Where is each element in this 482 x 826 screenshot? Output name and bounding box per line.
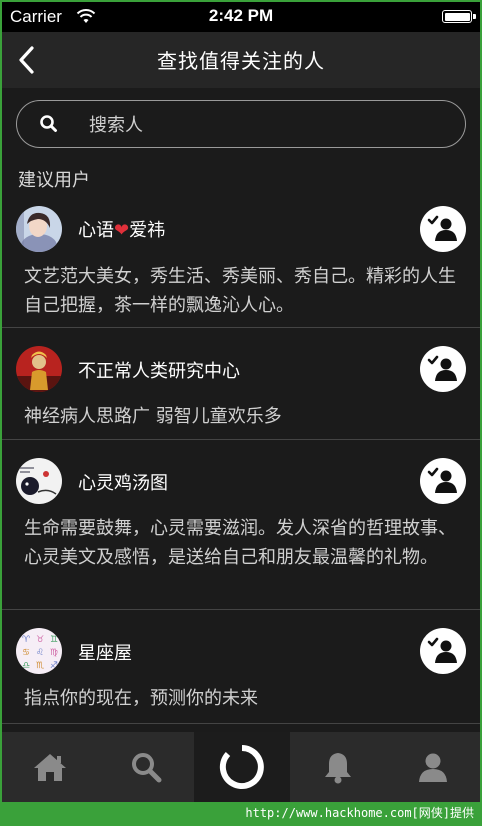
battery-tip bbox=[473, 14, 476, 19]
user-name-part: 爱祎 bbox=[129, 220, 166, 241]
svg-text:♎: ♎ bbox=[22, 661, 30, 671]
avatar[interactable] bbox=[16, 206, 62, 252]
follow-button[interactable] bbox=[420, 458, 466, 504]
battery-icon bbox=[442, 10, 476, 23]
follow-user-icon bbox=[427, 637, 457, 663]
refresh-icon bbox=[219, 745, 264, 789]
follow-user-icon bbox=[427, 215, 457, 241]
follow-button[interactable] bbox=[420, 628, 466, 674]
user-list-item[interactable]: ♈ ♉ ♊ ♋ ♌ ♍ ♎ ♏ ♐ 星座屋 指点你的现在，预测你的未来 bbox=[2, 610, 480, 724]
tab-search[interactable] bbox=[98, 732, 194, 802]
battery-fill bbox=[444, 12, 470, 21]
user-name[interactable]: 不正常人类研究中心 bbox=[78, 357, 240, 383]
page-title: 查找值得关注的人 bbox=[157, 49, 325, 73]
tab-home[interactable] bbox=[2, 732, 98, 802]
back-button[interactable] bbox=[12, 42, 46, 78]
svg-text:♊: ♊ bbox=[50, 635, 58, 645]
follow-button[interactable] bbox=[420, 346, 466, 392]
svg-text:♌: ♌ bbox=[36, 648, 44, 658]
search-bar[interactable] bbox=[16, 100, 466, 148]
heart-emoji: ❤ bbox=[114, 220, 130, 241]
bell-icon bbox=[325, 753, 351, 784]
user-name[interactable]: 星座屋 bbox=[78, 639, 132, 665]
status-time: 2:42 PM bbox=[208, 6, 274, 25]
user-list-item[interactable]: 不正常人类研究中心 神经病人思路广 弱智儿童欢乐多 bbox=[2, 328, 480, 440]
follow-user-icon bbox=[427, 355, 457, 381]
user-list-item[interactable]: 心语❤爱祎 文艺范大美女，秀生活、秀美丽、秀自己。精彩的人生自己把握，茶一样的飘… bbox=[2, 198, 480, 328]
svg-text:♍: ♍ bbox=[50, 648, 58, 658]
footer-text: http://www.hackhome.com[网侠]提供 bbox=[245, 806, 474, 820]
svg-text:♐: ♐ bbox=[50, 661, 58, 671]
navigation-bar: 查找值得关注的人 bbox=[2, 32, 480, 88]
user-description: 文艺范大美女，秀生活、秀美丽、秀自己。精彩的人生自己把握，茶一样的飘逸沁人心。 bbox=[24, 266, 456, 316]
tab-notifications[interactable] bbox=[290, 732, 386, 802]
tab-bar bbox=[2, 732, 480, 802]
search-input[interactable] bbox=[87, 109, 431, 141]
tab-profile[interactable] bbox=[386, 732, 480, 802]
avatar[interactable] bbox=[16, 458, 62, 504]
avatar[interactable]: ♈ ♉ ♊ ♋ ♌ ♍ ♎ ♏ ♐ bbox=[16, 628, 62, 674]
home-icon bbox=[34, 754, 66, 781]
avatar[interactable] bbox=[16, 346, 62, 392]
user-description: 指点你的现在，预测你的未来 bbox=[24, 688, 258, 709]
user-name-part: 心语 bbox=[78, 220, 114, 241]
search-icon bbox=[40, 115, 57, 132]
svg-text:♉: ♉ bbox=[36, 635, 44, 645]
footer-watermark: http://www.hackhome.com[网侠]提供 bbox=[2, 802, 480, 824]
user-description: 生命需要鼓舞，心灵需要滋润。发人深省的哲理故事、心灵美文及感悟，是送给自己和朋友… bbox=[24, 518, 456, 568]
svg-text:♈: ♈ bbox=[22, 635, 31, 645]
search-icon bbox=[132, 753, 162, 783]
user-description: 神经病人思路广 弱智儿童欢乐多 bbox=[24, 406, 282, 427]
status-bar: Carrier 2:42 PM bbox=[2, 2, 480, 32]
tab-refresh[interactable] bbox=[194, 732, 290, 802]
app-screen: Carrier 2:42 PM 查找值得关注的人 建议用户 bbox=[0, 0, 482, 826]
follow-user-icon bbox=[427, 467, 457, 493]
follow-button[interactable] bbox=[420, 206, 466, 252]
svg-text:♏: ♏ bbox=[36, 661, 44, 671]
chevron-left-icon bbox=[19, 46, 34, 74]
profile-icon bbox=[419, 753, 447, 782]
svg-text:♋: ♋ bbox=[22, 648, 30, 658]
user-name[interactable]: 心语❤爱祎 bbox=[78, 216, 165, 242]
section-title: 建议用户 bbox=[18, 170, 90, 191]
user-name[interactable]: 心灵鸡汤图 bbox=[78, 469, 168, 495]
user-list-item[interactable]: 心灵鸡汤图 生命需要鼓舞，心灵需要滋润。发人深省的哲理故事、心灵美文及感悟，是送… bbox=[2, 440, 480, 610]
